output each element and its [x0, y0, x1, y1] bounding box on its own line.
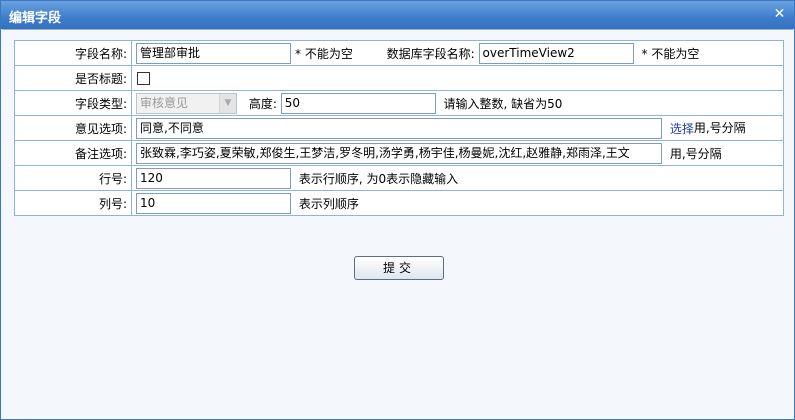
field-type-label: 字段类型:: [14, 90, 132, 116]
field-type-value: 审核意见: [140, 95, 189, 110]
column-number-note: 表示列顺序: [298, 196, 359, 211]
form-row-is-title: 是否标题:: [14, 65, 784, 91]
column-number-label: 列号:: [14, 190, 132, 216]
opinion-label: 意见选项:: [14, 115, 132, 141]
field-type-select[interactable]: 审核意见 ▼: [136, 92, 237, 114]
row-number-input[interactable]: 120: [136, 167, 291, 189]
close-icon[interactable]: ✕: [771, 6, 788, 23]
field-form: 字段名称: 管理部审批 * 不能为空 数据库字段名称: overTimeView2…: [14, 40, 784, 216]
row-number-note: 表示行顺序, 为0表示隐藏输入: [298, 171, 459, 186]
column-number-input[interactable]: 10: [136, 192, 291, 214]
db-field-note: * 不能为空: [641, 46, 700, 61]
is-title-checkbox[interactable]: [137, 72, 150, 85]
edit-field-dialog: 编辑字段 ✕ 字段名称: 管理部审批 * 不能为空 数据库字段名称: overTi…: [0, 0, 795, 420]
is-title-label: 是否标题:: [14, 65, 132, 91]
form-row-row-number: 行号: 120 表示行顺序, 为0表示隐藏输入: [14, 165, 784, 191]
opinion-note: 用,号分隔: [693, 120, 746, 135]
remark-label: 备注选项:: [14, 140, 132, 166]
form-row-field-name: 字段名称: 管理部审批 * 不能为空 数据库字段名称: overTimeView2…: [14, 40, 784, 66]
height-input[interactable]: 50: [280, 92, 436, 114]
remark-input[interactable]: 张致霖,李巧姿,夏荣敏,郑俊生,王梦洁,罗冬明,汤学勇,杨宇佳,杨曼妮,沈红,赵…: [136, 142, 662, 164]
remark-note: 用,号分隔: [669, 146, 722, 161]
dialog-title: 编辑字段: [9, 11, 62, 26]
row-number-label: 行号:: [14, 165, 132, 191]
submit-button[interactable]: 提交: [354, 256, 444, 280]
db-field-label: 数据库字段名称:: [386, 46, 475, 61]
chevron-down-icon: ▼: [219, 93, 236, 113]
field-name-note: * 不能为空: [295, 46, 353, 61]
form-row-field-type: 字段类型: 审核意见 ▼ 高度: 50 请输入整数, 缺省为50: [14, 90, 784, 116]
opinion-select-link[interactable]: 选择: [670, 122, 694, 136]
form-row-column-number: 列号: 10 表示列顺序: [14, 190, 784, 216]
field-name-label: 字段名称:: [14, 40, 132, 66]
height-label: 高度:: [248, 96, 277, 111]
opinion-input[interactable]: 同意,不同意: [136, 117, 662, 139]
dialog-titlebar: 编辑字段 ✕: [1, 1, 794, 29]
form-row-opinion: 意见选项: 同意,不同意 选择用,号分隔: [14, 115, 784, 141]
form-row-remark: 备注选项: 张致霖,李巧姿,夏荣敏,郑俊生,王梦洁,罗冬明,汤学勇,杨宇佳,杨曼…: [14, 140, 784, 166]
db-field-input[interactable]: overTimeView2: [478, 42, 634, 64]
dialog-body: 字段名称: 管理部审批 * 不能为空 数据库字段名称: overTimeView2…: [2, 29, 793, 419]
field-name-input[interactable]: 管理部审批: [136, 42, 291, 64]
height-note: 请输入整数, 缺省为50: [443, 96, 563, 111]
